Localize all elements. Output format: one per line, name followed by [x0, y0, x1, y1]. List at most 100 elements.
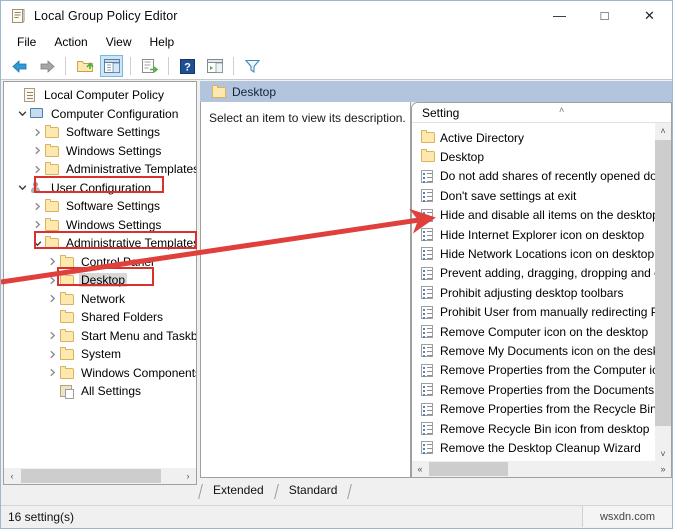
chevron-right-icon[interactable] — [45, 253, 59, 271]
filter-icon[interactable] — [241, 55, 264, 77]
chevron-right-icon[interactable] — [30, 197, 44, 215]
setting-row[interactable]: Don't save settings at exit — [420, 186, 576, 205]
scroll-left-arrow-icon[interactable]: ‹ — [4, 468, 20, 484]
tree-item-network[interactable]: Network — [45, 290, 127, 308]
setting-row[interactable]: Remove Properties from the Computer icon… — [420, 361, 671, 380]
chevron-down-icon[interactable] — [30, 234, 44, 252]
forward-icon[interactable] — [35, 55, 58, 77]
menu-help[interactable]: Help — [141, 33, 184, 51]
local-group-policy-editor-window: Local Group Policy Editor — □ ✕ File Act… — [0, 0, 673, 529]
close-button[interactable]: ✕ — [627, 1, 672, 30]
menu-action[interactable]: Action — [45, 33, 96, 51]
tree-item-computer-configuration[interactable]: Computer Configuration — [15, 105, 180, 123]
tree-item-control-panel[interactable]: Control Panel — [45, 253, 156, 271]
minimize-button[interactable]: — — [537, 1, 582, 30]
menu-file[interactable]: File — [8, 33, 45, 51]
folder-icon — [420, 130, 435, 145]
tree-item-windows-settings[interactable]: Windows Settings — [30, 142, 163, 160]
setting-row[interactable]: Hide Network Locations icon on desktop — [420, 244, 654, 263]
folder-icon — [59, 365, 75, 380]
help-icon[interactable]: ? — [176, 55, 199, 77]
chevron-right-icon[interactable] — [30, 142, 44, 160]
tree-item-windows-components[interactable]: Windows Components — [45, 364, 197, 382]
settings-hscroll-thumb[interactable] — [429, 462, 508, 476]
tree-item-shared-folders[interactable]: Shared Folders — [45, 308, 165, 326]
setting-row[interactable]: Remove the Desktop Cleanup Wizard — [420, 438, 641, 457]
chevron-down-icon[interactable] — [15, 179, 29, 197]
list-column-header[interactable]: Setting ˄ — [412, 103, 671, 123]
up-folder-icon[interactable] — [73, 55, 96, 77]
list-scroll-left-arrow-icon[interactable]: « — [412, 461, 428, 477]
setting-label: Remove Properties from the Recycle Bin c… — [440, 402, 671, 417]
maximize-button[interactable]: □ — [582, 1, 627, 30]
setting-row[interactable]: Remove Computer icon on the desktop — [420, 322, 648, 341]
setting-row[interactable]: Prevent adding, dragging, dropping and c… — [420, 264, 671, 283]
setting-row[interactable]: Remove Properties from the Recycle Bin c… — [420, 400, 671, 419]
scroll-down-arrow-icon[interactable]: ˅ — [655, 446, 671, 462]
chevron-right-icon[interactable] — [30, 160, 44, 178]
chevron-right-icon[interactable] — [45, 345, 59, 363]
tree-item-system[interactable]: System — [45, 345, 123, 363]
folder-icon — [59, 328, 75, 343]
setting-row[interactable]: Active Directory — [420, 128, 524, 147]
console-tree-pane[interactable]: Local Computer Policy Computer Configurat… — [3, 81, 197, 485]
policy-scroll-icon — [10, 8, 26, 24]
chevron-right-icon[interactable] — [45, 327, 59, 345]
tree-item-label: Desktop — [79, 273, 128, 287]
tree-item-software-settings[interactable]: Software Settings — [30, 197, 162, 215]
chevron-right-icon[interactable] — [30, 216, 44, 234]
tree-item-label: Windows Components — [81, 365, 197, 380]
tree-horizontal-scrollbar[interactable]: ‹ › — [4, 468, 196, 484]
setting-row[interactable]: Remove Properties from the Documents ico… — [420, 380, 671, 399]
list-scroll-right-arrow-icon[interactable]: » — [655, 461, 671, 477]
chevron-right-icon[interactable] — [45, 364, 59, 382]
toolbar: ? — [1, 53, 672, 80]
scroll-up-arrow-icon[interactable]: ˄ — [655, 123, 671, 139]
policy-icon — [420, 208, 435, 223]
tab-standard[interactable]: Standard — [277, 482, 350, 499]
show-hide-console-tree-icon[interactable] — [100, 55, 123, 77]
content-area: Local Computer Policy Computer Configurat… — [3, 81, 672, 499]
export-list-icon[interactable] — [138, 55, 161, 77]
policy-icon — [420, 421, 435, 436]
settings-vertical-scrollbar[interactable]: ˄ ˅ — [655, 123, 671, 462]
back-icon[interactable] — [8, 55, 31, 77]
settings-horizontal-scrollbar[interactable]: « » — [412, 461, 671, 477]
tree-item-desktop[interactable]: Desktop — [45, 271, 128, 289]
folder-icon — [59, 254, 75, 269]
tree-item-start-menu-and-taskbar[interactable]: Start Menu and Taskbar — [45, 327, 197, 345]
menu-view[interactable]: View — [97, 33, 141, 51]
settings-list-pane[interactable]: Setting ˄ Active Directory Desktop Do not … — [411, 102, 672, 478]
setting-row[interactable]: Do not add shares of recently opened doc… — [420, 167, 671, 186]
setting-row[interactable]: Prohibit adjusting desktop toolbars — [420, 283, 623, 302]
chevron-right-icon[interactable] — [30, 123, 44, 141]
tree-item-software-settings[interactable]: Software Settings — [30, 123, 162, 141]
tree-item-administrative-templates[interactable]: Administrative Templates — [30, 234, 196, 252]
tree-scroll-thumb[interactable] — [21, 469, 161, 483]
toolbar-separator — [130, 57, 131, 75]
folder-icon — [59, 273, 75, 287]
setting-row[interactable]: Hide and disable all items on the deskto… — [420, 206, 659, 225]
tree-item-administrative-templates[interactable]: Administrative Templates — [30, 160, 196, 178]
setting-row[interactable]: Desktop — [420, 147, 484, 166]
scroll-right-arrow-icon[interactable]: › — [180, 468, 196, 484]
folder-icon — [44, 217, 60, 232]
tree-item-user-configuration[interactable]: User Configuration — [15, 179, 153, 197]
setting-row[interactable]: Prohibit User from manually redirecting … — [420, 303, 671, 322]
folder-icon — [44, 162, 60, 176]
chevron-right-icon[interactable] — [45, 290, 59, 308]
settings-vscroll-thumb[interactable] — [655, 140, 671, 426]
setting-row[interactable]: Remove Recycle Bin icon from desktop — [420, 419, 649, 438]
chevron-down-icon[interactable] — [15, 105, 29, 123]
chevron-right-icon[interactable] — [45, 271, 59, 289]
tree-item-all-settings[interactable]: All Settings — [45, 382, 143, 400]
tree-item-windows-settings[interactable]: Windows Settings — [30, 216, 163, 234]
show-hide-action-pane-icon[interactable] — [203, 55, 226, 77]
tab-extended[interactable]: Extended — [201, 482, 276, 499]
setting-row[interactable]: Remove My Documents icon on the desktop — [420, 341, 671, 360]
setting-row[interactable]: Hide Internet Explorer icon on desktop — [420, 225, 644, 244]
policy-icon — [420, 382, 435, 397]
tree-item-label: Start Menu and Taskbar — [81, 328, 197, 343]
tree-item-local-computer-policy[interactable]: Local Computer Policy — [8, 86, 166, 104]
